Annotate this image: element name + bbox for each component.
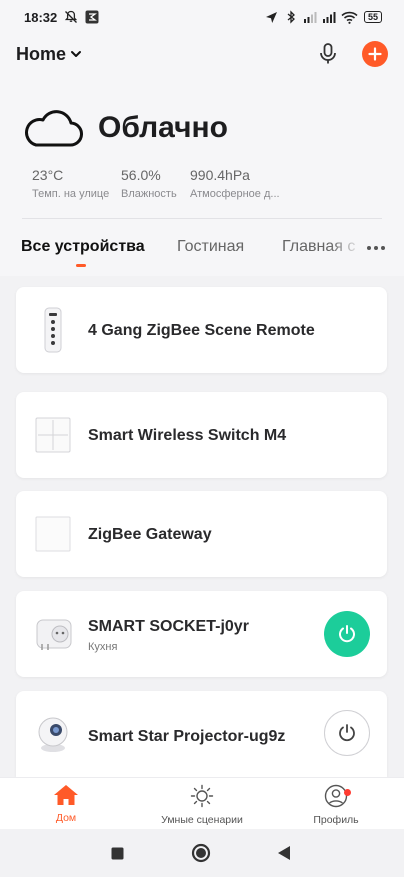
home-selector[interactable]: Home [16, 44, 82, 65]
app-s-icon [85, 10, 99, 24]
status-bar: 18:32 55 [0, 0, 404, 34]
device-name: ZigBee Gateway [88, 526, 212, 543]
socket-icon [32, 609, 76, 659]
remote-icon [34, 305, 72, 355]
chevron-down-icon [71, 51, 82, 57]
power-toggle-button[interactable] [324, 710, 370, 756]
circle-icon [191, 843, 211, 863]
signal-icon [322, 10, 336, 24]
system-navigation-bar [0, 829, 404, 877]
device-room: Кухня [88, 641, 118, 653]
switch-panel-icon [34, 410, 72, 460]
signal-icon [303, 10, 317, 24]
notifications-off-icon [64, 10, 78, 24]
microphone-icon [320, 43, 336, 64]
divider [22, 218, 382, 219]
profile-icon [324, 784, 348, 808]
pressure: 990.4hPa Атмосферное д... [190, 167, 280, 200]
tab-indicator [76, 264, 86, 267]
power-icon [339, 724, 355, 742]
back-button[interactable] [274, 843, 294, 863]
more-dots-icon[interactable] [362, 238, 390, 258]
nav-smart-scenes[interactable]: Умные сценарии [142, 784, 262, 826]
tab-living-room[interactable]: Гостиная [177, 238, 244, 256]
device-card-scene-remote[interactable]: 4 Gang ZigBee Scene Remote [16, 287, 387, 373]
back-triangle-icon [278, 846, 290, 860]
microphone-button[interactable] [316, 42, 340, 66]
gateway-icon [34, 509, 72, 559]
power-toggle-button[interactable] [324, 611, 370, 657]
location-icon [265, 10, 279, 24]
weather-condition: Облачно [98, 111, 228, 144]
device-card-smart-socket[interactable]: SMART SOCKET-j0yr Кухня [16, 591, 387, 677]
device-card-wireless-switch[interactable]: Smart Wireless Switch M4 [16, 392, 387, 478]
cloud-icon [25, 110, 83, 147]
status-time: 18:32 [24, 9, 58, 25]
home-system-button[interactable] [191, 843, 211, 863]
device-name: Smart Star Projector-ug9z [88, 728, 286, 745]
projector-icon [34, 709, 72, 759]
add-device-button[interactable] [362, 41, 388, 67]
battery-icon: 55 [363, 11, 382, 23]
home-label: Home [16, 43, 67, 64]
nav-profile[interactable]: Профиль [276, 784, 396, 826]
plus-icon [368, 47, 382, 61]
recent-apps-button[interactable] [107, 843, 127, 863]
device-card-star-projector[interactable]: Smart Star Projector-ug9z [16, 691, 387, 777]
bottom-navigation: Дом Умные сценарии Профиль [0, 777, 404, 829]
wifi-icon [341, 10, 359, 24]
nav-home[interactable]: Дом [6, 784, 126, 824]
device-name: Smart Wireless Switch M4 [88, 427, 287, 444]
square-icon [111, 847, 123, 859]
room-tabs: Все устройства Гостиная Главная с [0, 224, 404, 276]
power-icon [339, 625, 355, 643]
device-name: SMART SOCKET-j0yr [88, 618, 249, 635]
device-card-zigbee-gateway[interactable]: ZigBee Gateway [16, 491, 387, 577]
bluetooth-icon [284, 10, 298, 24]
tab-all-devices[interactable]: Все устройства [21, 238, 145, 256]
device-name: 4 Gang ZigBee Scene Remote [88, 322, 315, 339]
home-icon [54, 785, 78, 805]
notification-badge [344, 789, 351, 796]
sun-icon [190, 784, 214, 808]
weather-panel: Облачно 23°C Темп. на улице 56.0% Влажно… [0, 74, 404, 224]
app-header: Home [0, 34, 404, 74]
